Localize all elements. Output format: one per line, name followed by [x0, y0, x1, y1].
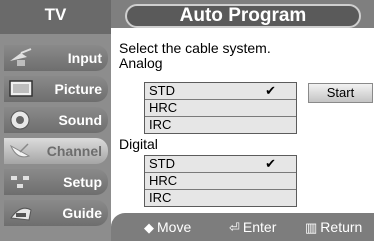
instruction-text: Select the cable system.	[119, 40, 271, 56]
analog-option-std[interactable]: STD ✔	[145, 83, 296, 100]
analog-label: Analog	[119, 55, 163, 71]
sidebar-item-label: Picture	[54, 81, 102, 97]
return-icon: ▥	[305, 220, 318, 235]
sidebar-item-guide[interactable]: Guide	[4, 200, 108, 226]
tv-osd-screen: TV Input Picture Sound Channel Setup Gui…	[0, 0, 374, 241]
digital-cable-list[interactable]: STD ✔ HRC IRC	[144, 155, 297, 207]
sidebar-item-picture[interactable]: Picture	[4, 76, 108, 102]
auto-program-panel: Auto Program Select the cable system. An…	[111, 0, 374, 241]
sidebar-title: TV	[0, 0, 111, 34]
satellite-dish-icon	[7, 140, 35, 162]
footer-help-bar: ◆ Move ⏎ Enter ▥ Return	[111, 213, 374, 241]
title-bar: Auto Program	[111, 0, 374, 28]
return-label: Return	[320, 219, 363, 235]
list-item-label: IRC	[149, 117, 172, 132]
sidebar-item-sound[interactable]: Sound	[4, 107, 108, 133]
return-hint: ▥ Return	[305, 219, 362, 236]
page-title: Auto Program	[125, 4, 361, 28]
move-icon: ◆	[144, 220, 154, 235]
analog-option-hrc[interactable]: HRC	[145, 100, 296, 117]
digital-option-irc[interactable]: IRC	[145, 190, 296, 206]
sidebar-item-input[interactable]: Input	[4, 45, 108, 71]
list-item-label: IRC	[149, 190, 172, 205]
enter-hint: ⏎ Enter	[229, 219, 276, 236]
sidebar-item-label: Sound	[58, 112, 102, 128]
sidebar-item-setup[interactable]: Setup	[4, 169, 108, 195]
setup-icon	[7, 171, 35, 193]
analog-option-irc[interactable]: IRC	[145, 117, 296, 133]
checkmark-icon: ✔	[265, 156, 276, 171]
digital-option-std[interactable]: STD ✔	[145, 156, 296, 173]
analog-cable-list[interactable]: STD ✔ HRC IRC	[144, 82, 297, 134]
move-hint: ◆ Move	[144, 219, 191, 236]
sidebar-item-label: Setup	[63, 174, 102, 190]
move-label: Move	[157, 219, 192, 235]
digital-label: Digital	[119, 136, 158, 152]
guide-icon	[7, 202, 35, 224]
list-item-label: HRC	[149, 100, 178, 115]
list-item-label: STD	[149, 156, 175, 171]
sidebar-item-channel[interactable]: Channel	[4, 138, 108, 164]
sidebar-item-label: Channel	[46, 143, 102, 159]
checkmark-icon: ✔	[265, 83, 276, 98]
list-item-label: STD	[149, 83, 175, 98]
sidebar: TV Input Picture Sound Channel Setup Gui…	[0, 0, 111, 241]
enter-icon: ⏎	[229, 220, 240, 235]
list-item-label: HRC	[149, 173, 178, 188]
sidebar-item-label: Input	[67, 50, 102, 66]
start-button[interactable]: Start	[308, 83, 373, 103]
picture-icon	[7, 78, 35, 100]
speaker-icon	[7, 109, 35, 131]
antenna-icon	[7, 47, 35, 69]
sidebar-item-label: Guide	[62, 205, 102, 221]
digital-option-hrc[interactable]: HRC	[145, 173, 296, 190]
enter-label: Enter	[242, 219, 277, 235]
